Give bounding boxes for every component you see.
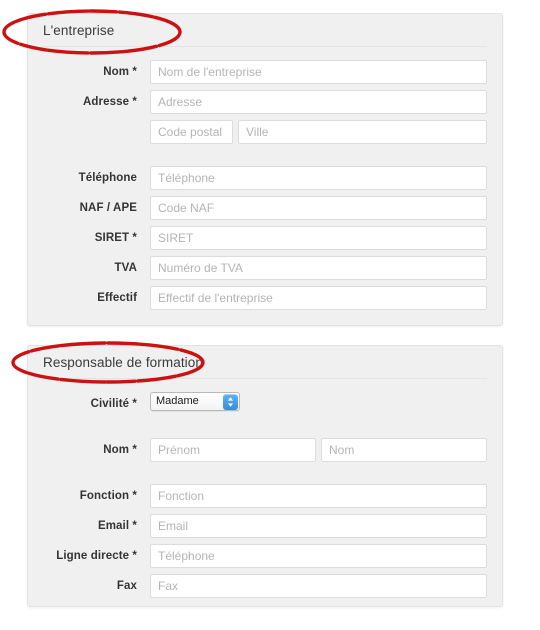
- form-row-telephone-entreprise: Téléphone: [43, 166, 487, 190]
- control-area: [150, 438, 487, 462]
- control-area: [150, 60, 487, 84]
- label-fax: Fax: [116, 580, 137, 592]
- panel-entreprise-body: Nom * Adresse *: [28, 47, 502, 324]
- ligne-directe-input[interactable]: [150, 544, 487, 568]
- effectif-input[interactable]: [150, 286, 487, 310]
- control-area: [150, 196, 487, 220]
- control-area: [150, 286, 487, 310]
- form-row-email: Email *: [43, 514, 487, 538]
- ville-input[interactable]: [238, 120, 487, 144]
- civilite-selected-value: Madame: [156, 395, 199, 407]
- fonction-input[interactable]: [150, 484, 487, 508]
- form-row-effectif: Effectif: [43, 286, 487, 310]
- email-input[interactable]: [150, 514, 487, 538]
- form-group-nom-responsable: Nom *: [43, 438, 487, 462]
- siret-input[interactable]: [150, 226, 487, 250]
- form-group-identite: Nom * Adresse *: [43, 60, 487, 144]
- control-area: [150, 166, 487, 190]
- form-row-tva: TVA: [43, 256, 487, 280]
- nom-entreprise-input[interactable]: [150, 60, 487, 84]
- label-tva: TVA: [114, 262, 137, 274]
- telephone-entreprise-input[interactable]: [150, 166, 487, 190]
- label-nom-entreprise: Nom *: [103, 66, 137, 78]
- panel-entreprise-heading: L'entreprise: [28, 14, 502, 47]
- form-group-civilite: Civilité * Madame: [43, 392, 487, 416]
- control-area: [150, 256, 487, 280]
- tva-input[interactable]: [150, 256, 487, 280]
- control-area: [150, 514, 487, 538]
- form-group-coordonnees-legales: Téléphone NAF / APE SIRET *: [43, 166, 487, 310]
- control-area: [150, 90, 487, 114]
- panel-entreprise: L'entreprise Nom * Adresse *: [27, 13, 503, 326]
- label-fonction: Fonction *: [79, 490, 137, 502]
- label-civilite: Civilité *: [90, 398, 137, 410]
- label-telephone-entreprise: Téléphone: [78, 172, 137, 184]
- form-row-ligne-directe: Ligne directe *: [43, 544, 487, 568]
- panel-entreprise-title: L'entreprise: [43, 23, 115, 38]
- form-row-fonction: Fonction *: [43, 484, 487, 508]
- label-naf-ape: NAF / APE: [79, 202, 137, 214]
- form-row-naf-ape: NAF / APE: [43, 196, 487, 220]
- panel-responsable-formation: Responsable de formation Civilité * Mada…: [27, 345, 503, 607]
- label-effectif: Effectif: [97, 292, 137, 304]
- panel-responsable-heading: Responsable de formation: [28, 346, 502, 379]
- fax-input[interactable]: [150, 574, 487, 598]
- form-row-adresse: Adresse *: [43, 90, 487, 114]
- label-siret: SIRET *: [94, 232, 137, 244]
- control-area: [150, 226, 487, 250]
- form-row-prenom-nom: Nom *: [43, 438, 487, 462]
- control-area: [150, 120, 487, 144]
- adresse-input[interactable]: [150, 90, 487, 114]
- label-ligne-directe: Ligne directe *: [56, 550, 137, 562]
- code-postal-input[interactable]: [150, 120, 233, 144]
- label-nom-responsable: Nom *: [103, 444, 137, 456]
- form-row-siret: SIRET *: [43, 226, 487, 250]
- label-email: Email *: [97, 520, 137, 532]
- form-row-civilite: Civilité * Madame: [43, 392, 487, 416]
- control-area: [150, 484, 487, 508]
- control-area: [150, 574, 487, 598]
- form-group-contact-responsable: Fonction * Email * Ligne directe *: [43, 484, 487, 598]
- form-page: L'entreprise Nom * Adresse *: [0, 0, 540, 630]
- naf-input[interactable]: [150, 196, 487, 220]
- form-row-nom-entreprise: Nom *: [43, 60, 487, 84]
- chevron-updown-icon[interactable]: [223, 393, 238, 410]
- civilite-select[interactable]: Madame: [150, 392, 240, 411]
- form-row-code-postal-ville: [43, 120, 487, 144]
- prenom-input[interactable]: [150, 438, 316, 462]
- panel-responsable-title: Responsable de formation: [43, 355, 203, 370]
- label-adresse: Adresse *: [83, 96, 137, 108]
- panel-responsable-body: Civilité * Madame Nom * Prénom Nom Fonct…: [28, 379, 502, 612]
- form-row-fax: Fax: [43, 574, 487, 598]
- control-area: Madame: [150, 392, 487, 411]
- nom-responsable-input[interactable]: [321, 438, 487, 462]
- control-area: [150, 544, 487, 568]
